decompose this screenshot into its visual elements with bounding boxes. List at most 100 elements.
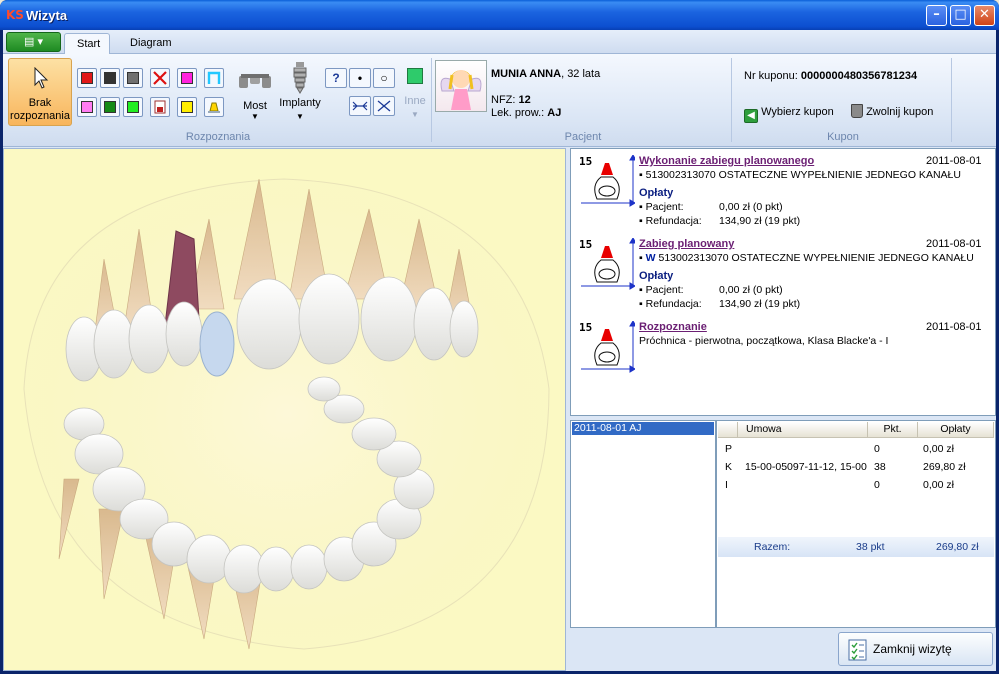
diag-magenta-button[interactable] [177, 68, 197, 88]
total-label: Razem: [754, 541, 791, 553]
row-points: 0 [874, 443, 880, 455]
bridge-icon [239, 74, 271, 88]
fee-refund-label: ▪ Refundacja: [639, 215, 702, 227]
diag-darkgreen-button[interactable] [100, 97, 120, 117]
history-entry[interactable]: 15 Wykonanie zabiegu planowanego 2011-08… [571, 153, 991, 233]
circle-button[interactable]: ○ [373, 68, 395, 88]
visits-list[interactable]: 2011-08-01 AJ [570, 420, 716, 628]
diag-gray-button[interactable] [123, 68, 143, 88]
nfz-value: 12 [518, 94, 531, 106]
group-separator [731, 58, 732, 142]
other-label: Inne [404, 95, 426, 107]
diag-black-button[interactable] [100, 68, 120, 88]
patient-doctor: Lek. prow.: AJ [491, 107, 561, 119]
column-header-contract[interactable]: Umowa [738, 422, 868, 438]
ribbon: Brak rozpoznania Most ▼ Implanty ▼ ? • ○… [3, 54, 996, 147]
other-button[interactable]: Inne ▼ [401, 68, 429, 138]
row-code: I [725, 479, 728, 491]
app-menu-button[interactable]: ▤ ▾ [6, 32, 61, 52]
client-area: ▤ ▾ Start Diagram Brak rozpoznania Most … [3, 30, 996, 671]
history-title[interactable]: Rozpoznanie [639, 321, 707, 333]
select-coupon-label: Wybierz kupon [761, 106, 834, 118]
treatment-history[interactable]: 15 Wykonanie zabiegu planowanego 2011-08… [570, 148, 996, 416]
window-title: Wizyta [26, 8, 68, 23]
column-header-fees[interactable]: Opłaty [918, 422, 994, 438]
close-button[interactable]: ✕ [974, 5, 995, 26]
gap-cross-button[interactable] [373, 96, 395, 116]
total-row: Razem: 38 pkt 269,80 zł [718, 537, 994, 557]
history-procedure: ▪ 513002313070 OSTATECZNE WYPEŁNIENIE JE… [639, 169, 961, 181]
row-fee: 0,00 zł [923, 479, 954, 491]
teeth-3d-viewer[interactable] [3, 148, 566, 671]
tooth-chart-icon [581, 238, 635, 290]
release-coupon-label: Zwolnij kupon [866, 106, 934, 118]
gap-narrow-icon [352, 101, 368, 111]
close-visit-button[interactable]: Zamknij wizytę [838, 632, 993, 666]
document-icon [154, 100, 166, 114]
row-fee: 0,00 zł [923, 443, 954, 455]
trash-icon [851, 104, 863, 118]
green-square-icon [407, 68, 423, 84]
history-title[interactable]: Zabieg planowany [639, 238, 734, 250]
fee-refund-value: 134,90 zł (19 pkt) [719, 215, 801, 227]
other-dropdown-icon: ▼ [411, 110, 419, 119]
tooth-chart-icon [581, 155, 635, 207]
tooth-chart-icon [581, 321, 635, 373]
row-points: 0 [874, 479, 880, 491]
no-diagnosis-button[interactable]: Brak rozpoznania [8, 58, 72, 126]
fee-patient-label: ▪ Pacjent: [639, 284, 684, 296]
doctor-value: AJ [547, 107, 562, 119]
contracts-table[interactable]: Umowa Pkt. Opłaty P 0 0,00 zł K 15-00-05… [716, 420, 996, 628]
diag-document-button[interactable] [150, 97, 170, 117]
fees-heading: Opłaty [639, 187, 674, 199]
question-button[interactable]: ? [325, 68, 347, 88]
diag-green-button[interactable] [123, 97, 143, 117]
history-entry[interactable]: 15 Zabieg planowany 2011-08-01 ▪ W 51300… [571, 236, 991, 316]
teeth-model [23, 178, 550, 650]
tab-diagram[interactable]: Diagram [118, 33, 184, 55]
history-title[interactable]: Wykonanie zabiegu planowanego [639, 155, 814, 167]
table-row[interactable]: I 0 0,00 zł [717, 476, 993, 494]
release-coupon-button[interactable]: Zwolnij kupon [851, 102, 933, 122]
history-procedure-text: 513002313070 OSTATECZNE WYPEŁNIENIE JEDN… [655, 252, 974, 264]
row-contract: 15-00-05097-11-12, 15-00 [745, 461, 867, 473]
diag-pink-button[interactable] [77, 97, 97, 117]
history-date: 2011-08-01 [926, 155, 982, 167]
visit-item-selected[interactable]: 2011-08-01 AJ [572, 422, 714, 435]
table-row[interactable]: P 0 0,00 zł [717, 440, 993, 458]
tab-start[interactable]: Start [64, 33, 110, 55]
row-fee: 269,80 zł [923, 461, 966, 473]
gap-narrow-button[interactable] [349, 96, 371, 116]
select-coupon-button[interactable]: ◀ Wybierz kupon [744, 102, 834, 123]
select-coupon-icon: ◀ [744, 109, 758, 123]
bridge-label: Most [243, 100, 267, 112]
minimize-button[interactable]: – [926, 5, 947, 26]
history-diagnosis: Próchnica - pierwotna, początkowa, Klasa… [639, 335, 889, 347]
group-diagnoses-label: Rozpoznania [185, 131, 251, 143]
nfz-label: NFZ: [491, 94, 516, 106]
diag-crown-button[interactable] [204, 68, 224, 88]
diag-extraction-button[interactable] [150, 68, 170, 88]
table-row[interactable]: K 15-00-05097-11-12, 15-00 38 269,80 zł [717, 458, 993, 476]
crown-outline-icon [207, 71, 221, 84]
footer-bar: Zamknij wizytę [570, 628, 996, 671]
history-date: 2011-08-01 [926, 321, 982, 333]
patient-nfz: NFZ: 12 [491, 94, 531, 106]
dot-button[interactable]: • [349, 68, 371, 88]
implant-icon [293, 62, 307, 94]
diag-yellow-button[interactable] [177, 97, 197, 117]
fee-refund: ▪ Refundacja: 134,90 zł (19 pkt) [639, 215, 800, 227]
total-points: 38 pkt [856, 541, 885, 553]
history-entry[interactable]: 15 Rozpoznanie 2011-08-01 Próchnica - pi… [571, 319, 991, 379]
row-code: P [725, 443, 733, 455]
implants-label: Implanty [279, 97, 321, 109]
diag-bell-button[interactable] [204, 97, 224, 117]
maximize-button[interactable]: □ [950, 5, 971, 26]
implants-button[interactable]: Implanty ▼ [277, 60, 323, 138]
fee-patient-value: 0,00 zł (0 pkt) [719, 201, 783, 213]
diag-red-button[interactable] [77, 68, 97, 88]
column-header-points[interactable]: Pkt. [868, 422, 918, 438]
bridge-button[interactable]: Most ▼ [235, 68, 275, 138]
patient-name: MUNIA ANNA, 32 lata [491, 68, 600, 80]
title-bar[interactable]: KS Wizyta – □ ✕ [0, 0, 999, 30]
